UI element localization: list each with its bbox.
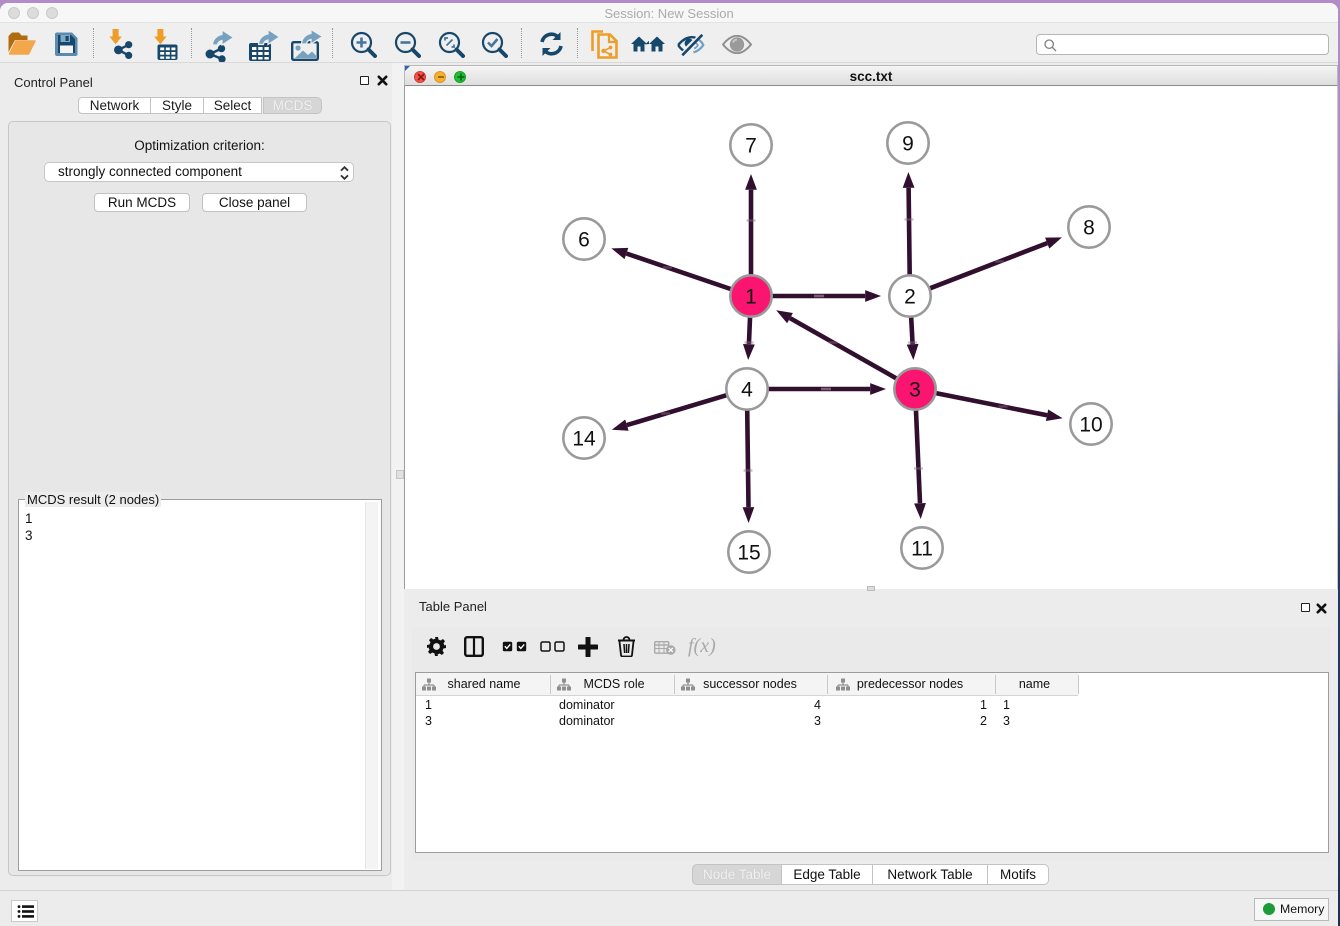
svg-text:15: 15 xyxy=(737,542,760,565)
svg-text:6: 6 xyxy=(578,229,590,252)
svg-text:7: 7 xyxy=(745,135,757,158)
svg-text:9: 9 xyxy=(902,133,914,156)
svg-text:2: 2 xyxy=(904,286,916,309)
svg-text:1: 1 xyxy=(745,286,757,309)
svg-text:3: 3 xyxy=(909,379,921,402)
svg-text:4: 4 xyxy=(741,379,753,402)
svg-text:8: 8 xyxy=(1083,217,1095,240)
svg-text:11: 11 xyxy=(911,538,933,561)
svg-text:14: 14 xyxy=(572,428,596,451)
svg-text:10: 10 xyxy=(1079,414,1102,437)
